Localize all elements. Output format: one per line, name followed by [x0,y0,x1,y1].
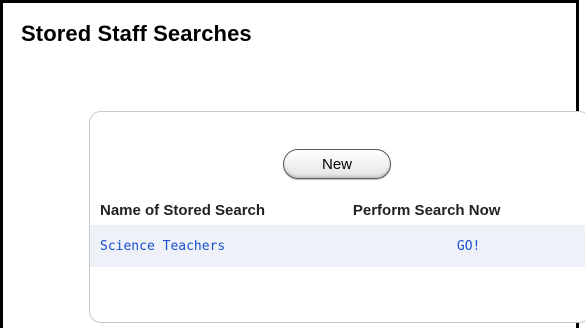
stored-searches-table: Name of Stored Search Perform Search Now… [90,198,585,267]
page-title: Stored Staff Searches [21,21,252,46]
go-link[interactable]: GO! [457,239,480,254]
table-header-row: Name of Stored Search Perform Search Now [90,198,585,225]
table-row: Science Teachers GO! [90,225,585,267]
search-name-link[interactable]: Science Teachers [100,239,225,254]
stored-searches-panel: New Name of Stored Search Perform Search… [89,111,585,323]
new-search-button[interactable]: New [283,149,391,179]
window-frame: Stored Staff Searches New Name of Stored… [0,0,585,328]
column-header-perform: Perform Search Now [352,202,501,219]
perform-search-cell: GO! [352,225,585,267]
search-name-cell: Science Teachers [90,225,353,267]
column-header-name: Name of Stored Search [100,202,266,219]
